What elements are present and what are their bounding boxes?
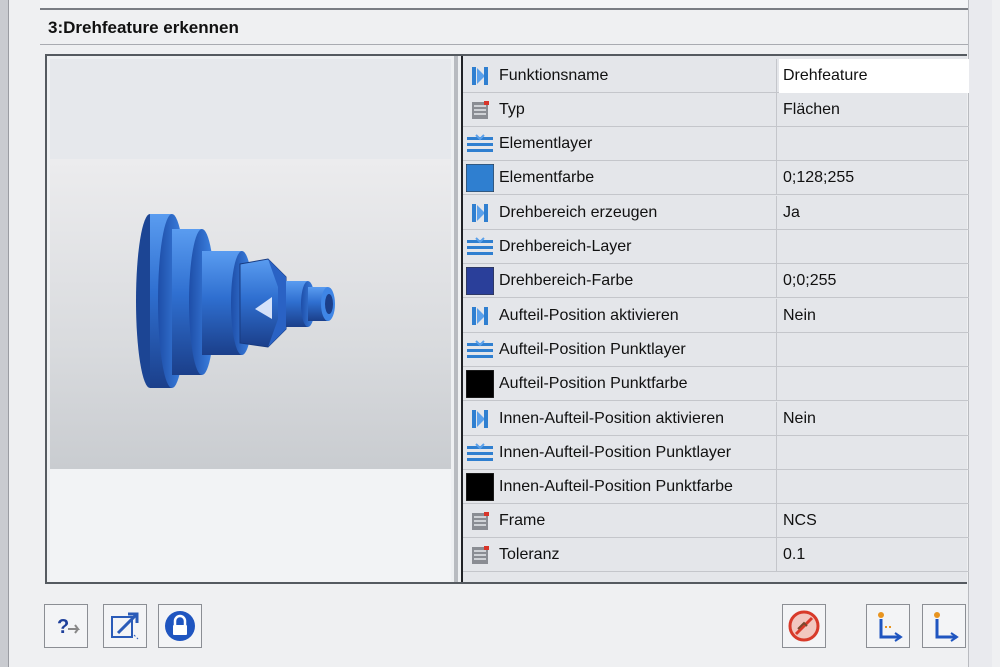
property-value[interactable]: Ja xyxy=(779,196,969,230)
function-icon xyxy=(465,302,495,330)
color-swatch-icon xyxy=(465,473,495,501)
step-forward-icon xyxy=(934,612,959,642)
property-value[interactable]: 0.1 xyxy=(779,538,969,572)
property-row[interactable]: Innen-Aufteil-Position aktivieren Nein xyxy=(463,402,969,436)
function-icon xyxy=(465,405,495,433)
property-value[interactable]: 0;0;255 xyxy=(779,264,969,298)
property-row[interactable]: Aufteil-Position aktivieren Nein xyxy=(463,299,969,333)
property-name: Aufteil-Position Punktfarbe xyxy=(499,367,777,401)
help-button[interactable]: ? xyxy=(44,604,88,648)
no-entry-button[interactable] xyxy=(782,604,826,648)
property-value[interactable]: Nein xyxy=(779,402,969,436)
panel-splitter[interactable] xyxy=(454,56,458,582)
property-name: Aufteil-Position aktivieren xyxy=(499,299,777,333)
previous-step-button[interactable] xyxy=(866,604,910,648)
property-value[interactable] xyxy=(779,470,969,504)
svg-text:?: ? xyxy=(57,616,69,638)
property-row[interactable]: Typ Flächen xyxy=(463,93,969,127)
property-name: Innen-Aufteil-Position Punktlayer xyxy=(499,436,777,470)
property-name: Frame xyxy=(499,504,777,538)
preview-panel xyxy=(50,59,451,582)
title-divider xyxy=(40,44,968,45)
property-grid: Funktionsname Drehfeature Typ Flächen Elemen… xyxy=(461,56,969,582)
property-row[interactable]: Drehbereich-Layer xyxy=(463,230,969,264)
prohibited-icon xyxy=(788,610,820,642)
property-row[interactable]: Funktionsname Drehfeature xyxy=(463,59,969,93)
property-name: Aufteil-Position Punktlayer xyxy=(499,333,777,367)
layer-icon xyxy=(465,336,495,364)
color-swatch-icon xyxy=(465,164,495,192)
property-row[interactable]: Innen-Aufteil-Position Punktfarbe xyxy=(463,470,969,504)
property-value[interactable] xyxy=(779,436,969,470)
property-value[interactable]: Flächen xyxy=(779,93,969,127)
property-value[interactable] xyxy=(779,230,969,264)
property-name: Drehbereich-Layer xyxy=(499,230,777,264)
property-value[interactable] xyxy=(779,127,969,161)
color-swatch-icon-graphic xyxy=(466,164,494,192)
color-swatch-icon-graphic xyxy=(466,473,494,501)
list-icon-graphic xyxy=(472,101,489,119)
turned-part-3d-model xyxy=(136,214,335,388)
function-icon xyxy=(465,199,495,227)
property-name: Toleranz xyxy=(499,538,777,572)
property-value[interactable] xyxy=(779,333,969,367)
property-row[interactable]: Frame NCS xyxy=(463,504,969,538)
list-icon xyxy=(465,96,495,124)
list-icon xyxy=(465,507,495,535)
step-back-icon xyxy=(878,612,903,642)
content-frame: Funktionsname Drehfeature Typ Flächen Elemen… xyxy=(45,54,969,584)
property-row[interactable]: Drehbereich erzeugen Ja xyxy=(463,196,969,230)
top-strip xyxy=(40,0,968,10)
property-row[interactable]: Innen-Aufteil-Position Punktlayer xyxy=(463,436,969,470)
property-name: Elementfarbe xyxy=(499,161,777,195)
property-row[interactable]: Toleranz 0.1 xyxy=(463,538,969,572)
property-row[interactable]: Elementlayer xyxy=(463,127,969,161)
property-row[interactable]: Elementfarbe 0;128;255 xyxy=(463,161,969,195)
layer-icon-graphic xyxy=(467,340,493,358)
color-swatch-icon-graphic xyxy=(466,370,494,398)
color-swatch-icon-graphic xyxy=(466,267,494,295)
layer-icon xyxy=(465,233,495,261)
layer-icon-graphic xyxy=(467,443,493,461)
3d-viewport[interactable] xyxy=(50,159,451,469)
property-value[interactable]: Drehfeature xyxy=(779,59,969,93)
lock-icon xyxy=(165,611,195,641)
property-name: Innen-Aufteil-Position Punktfarbe xyxy=(499,470,777,504)
property-row[interactable]: Drehbereich-Farbe 0;0;255 xyxy=(463,264,969,298)
property-value[interactable]: 0;128;255 xyxy=(779,161,969,195)
color-swatch-icon xyxy=(465,370,495,398)
property-name: Funktionsname xyxy=(499,59,777,93)
property-name: Typ xyxy=(499,93,777,127)
layer-icon xyxy=(465,439,495,467)
property-name: Innen-Aufteil-Position aktivieren xyxy=(499,402,777,436)
list-icon-graphic xyxy=(472,512,489,530)
layer-icon xyxy=(465,130,495,158)
function-icon-graphic xyxy=(472,410,488,428)
help-icon: ? xyxy=(57,616,80,638)
list-icon-graphic xyxy=(472,546,489,564)
property-name: Elementlayer xyxy=(499,127,777,161)
lock-button[interactable] xyxy=(158,604,202,648)
property-value[interactable]: Nein xyxy=(779,299,969,333)
next-step-button[interactable] xyxy=(922,604,966,648)
function-icon-graphic xyxy=(472,204,488,222)
property-row[interactable]: Aufteil-Position Punktlayer xyxy=(463,333,969,367)
property-row[interactable]: Aufteil-Position Punktfarbe xyxy=(463,367,969,401)
property-value[interactable]: NCS xyxy=(779,504,969,538)
function-icon-graphic xyxy=(472,307,488,325)
function-icon xyxy=(465,62,495,90)
window-edge xyxy=(968,0,992,667)
dialog-title: 3:Drehfeature erkennen xyxy=(48,18,239,37)
edit-button[interactable] xyxy=(103,604,147,648)
color-swatch-icon xyxy=(465,267,495,295)
list-icon xyxy=(465,541,495,569)
preview-info-area xyxy=(50,469,451,582)
property-value[interactable] xyxy=(779,367,969,401)
layer-icon-graphic xyxy=(467,134,493,152)
edit-arrow-icon xyxy=(111,612,139,640)
property-name: Drehbereich-Farbe xyxy=(499,264,777,298)
function-icon-graphic xyxy=(472,67,488,85)
layer-icon-graphic xyxy=(467,237,493,255)
property-name: Drehbereich erzeugen xyxy=(499,196,777,230)
